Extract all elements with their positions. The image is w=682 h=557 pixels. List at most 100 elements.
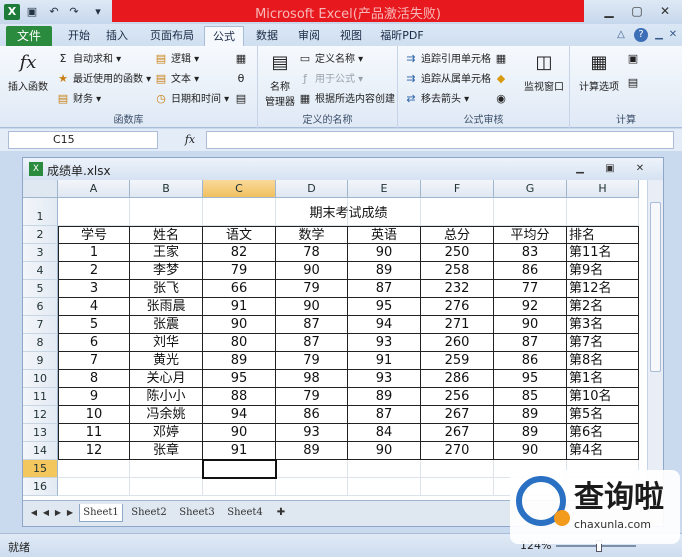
logical-button[interactable]: ▤ 逻辑 ▾ xyxy=(154,50,199,68)
table-cell[interactable]: 79 xyxy=(203,262,276,280)
insert-function-button[interactable]: fx 插入函数 xyxy=(6,50,50,93)
table-cell[interactable]: 93 xyxy=(348,334,421,352)
wb-restore-icon[interactable]: ▣ xyxy=(601,161,619,177)
table-cell[interactable]: 刘华 xyxy=(130,334,203,352)
financial-button[interactable]: ▤ 财务 ▾ xyxy=(56,90,101,108)
table-cell[interactable]: 250 xyxy=(421,244,494,262)
table-header-cell[interactable]: 姓名 xyxy=(130,226,203,244)
save-icon[interactable]: ▣ xyxy=(24,4,40,20)
tab-page-layout[interactable]: 页面布局 xyxy=(144,26,200,46)
trace-precedents-button[interactable]: ⇉ 追踪引用单元格 xyxy=(404,50,491,68)
sheet-tab-2[interactable]: Sheet2 xyxy=(127,504,171,522)
column-header[interactable]: A xyxy=(58,180,130,198)
empty-cell[interactable] xyxy=(58,478,130,496)
table-cell[interactable]: 95 xyxy=(203,370,276,388)
table-cell[interactable]: 李梦 xyxy=(130,262,203,280)
table-cell[interactable]: 91 xyxy=(203,298,276,316)
table-header-cell[interactable]: 总分 xyxy=(421,226,494,244)
name-manager-button[interactable]: ▤ 名称 管理器 xyxy=(262,50,298,108)
table-cell[interactable]: 80 xyxy=(203,334,276,352)
sheet-tab-3[interactable]: Sheet3 xyxy=(175,504,219,522)
table-header-cell[interactable]: 语文 xyxy=(203,226,276,244)
column-header[interactable]: B xyxy=(130,180,203,198)
table-cell[interactable]: 陈小小 xyxy=(130,388,203,406)
table-cell[interactable]: 89 xyxy=(348,388,421,406)
table-cell[interactable]: 276 xyxy=(421,298,494,316)
table-cell[interactable]: 258 xyxy=(421,262,494,280)
table-header-cell[interactable]: 平均分 xyxy=(494,226,567,244)
tab-file[interactable]: 文件 xyxy=(6,26,52,46)
column-header[interactable]: G xyxy=(494,180,567,198)
table-cell[interactable]: 第1名 xyxy=(567,370,639,388)
table-cell[interactable]: 93 xyxy=(276,424,348,442)
table-cell[interactable]: 267 xyxy=(421,424,494,442)
text-button[interactable]: ▤ 文本 ▾ xyxy=(154,70,199,88)
table-cell[interactable]: 89 xyxy=(348,262,421,280)
table-cell[interactable]: 9 xyxy=(58,388,130,406)
tab-foxit-pdf[interactable]: 福昕PDF xyxy=(376,26,428,46)
prev-sheet-icon[interactable]: ◀ xyxy=(41,507,51,519)
tab-formulas[interactable]: 公式 xyxy=(204,26,244,46)
row-header[interactable]: 4 xyxy=(23,262,58,280)
tab-insert[interactable]: 插入 xyxy=(100,26,134,46)
row-header[interactable]: 6 xyxy=(23,298,58,316)
table-cell[interactable]: 张震 xyxy=(130,316,203,334)
column-header[interactable]: D xyxy=(276,180,348,198)
table-cell[interactable]: 91 xyxy=(348,352,421,370)
create-from-selection-button[interactable]: ▦ 根据所选内容创建 xyxy=(298,90,395,108)
table-cell[interactable]: 3 xyxy=(58,280,130,298)
help-icon[interactable]: ? xyxy=(634,28,648,42)
table-cell[interactable]: 87 xyxy=(276,316,348,334)
table-cell[interactable]: 286 xyxy=(421,370,494,388)
tab-view[interactable]: 视图 xyxy=(334,26,368,46)
table-cell[interactable]: 79 xyxy=(276,352,348,370)
table-cell[interactable]: 95 xyxy=(494,370,567,388)
scroll-thumb[interactable] xyxy=(650,202,661,372)
table-cell[interactable]: 271 xyxy=(421,316,494,334)
table-cell[interactable]: 86 xyxy=(494,262,567,280)
table-cell[interactable]: 86 xyxy=(494,352,567,370)
table-cell[interactable]: 79 xyxy=(276,280,348,298)
table-cell[interactable]: 79 xyxy=(276,388,348,406)
table-cell[interactable]: 5 xyxy=(58,316,130,334)
row-header[interactable]: 8 xyxy=(23,334,58,352)
empty-cell[interactable] xyxy=(203,478,276,496)
row-header[interactable]: 13 xyxy=(23,424,58,442)
column-header[interactable]: E xyxy=(348,180,421,198)
table-cell[interactable]: 8 xyxy=(58,370,130,388)
table-cell[interactable]: 90 xyxy=(203,424,276,442)
empty-cell[interactable] xyxy=(421,460,494,478)
table-cell[interactable]: 87 xyxy=(348,280,421,298)
table-cell[interactable]: 259 xyxy=(421,352,494,370)
table-cell[interactable]: 王家 xyxy=(130,244,203,262)
collapse-ribbon-icon[interactable]: △ xyxy=(614,28,628,42)
table-cell[interactable]: 7 xyxy=(58,352,130,370)
maximize-icon[interactable]: ▢ xyxy=(624,2,650,20)
empty-cell[interactable] xyxy=(276,478,348,496)
table-cell[interactable]: 89 xyxy=(494,406,567,424)
formula-input[interactable] xyxy=(206,131,674,149)
row-header[interactable]: 14 xyxy=(23,442,58,460)
minimize-ribbon-icon[interactable]: ▁ xyxy=(652,28,666,42)
sheet-tab-1[interactable]: Sheet1 xyxy=(79,504,123,522)
empty-cell[interactable] xyxy=(348,460,421,478)
more-functions-button[interactable]: ▤ xyxy=(234,90,251,108)
name-box[interactable]: C15 xyxy=(8,131,158,149)
sheet-tab-4[interactable]: Sheet4 xyxy=(223,504,267,522)
tab-home[interactable]: 开始 xyxy=(62,26,96,46)
row-header[interactable]: 9 xyxy=(23,352,58,370)
sheet-grid[interactable]: ABCDEFGH 1 2 3 4 5 6 7 8 9 10 11 12 13 14 15 16 期末考试成绩学… xyxy=(23,180,647,500)
table-cell[interactable]: 90 xyxy=(276,298,348,316)
table-cell[interactable]: 6 xyxy=(58,334,130,352)
table-cell[interactable]: 第11名 xyxy=(567,244,639,262)
table-cell[interactable]: 87 xyxy=(494,334,567,352)
empty-cell[interactable] xyxy=(130,460,203,478)
table-cell[interactable]: 84 xyxy=(348,424,421,442)
define-name-button[interactable]: ▭ 定义名称 ▾ xyxy=(298,50,363,68)
select-all-corner[interactable] xyxy=(23,180,58,198)
table-cell[interactable]: 92 xyxy=(494,298,567,316)
table-header-cell[interactable]: 学号 xyxy=(58,226,130,244)
column-header[interactable]: F xyxy=(421,180,494,198)
autosum-button[interactable]: Σ 自动求和 ▾ xyxy=(56,50,122,68)
table-cell[interactable]: 冯余姚 xyxy=(130,406,203,424)
